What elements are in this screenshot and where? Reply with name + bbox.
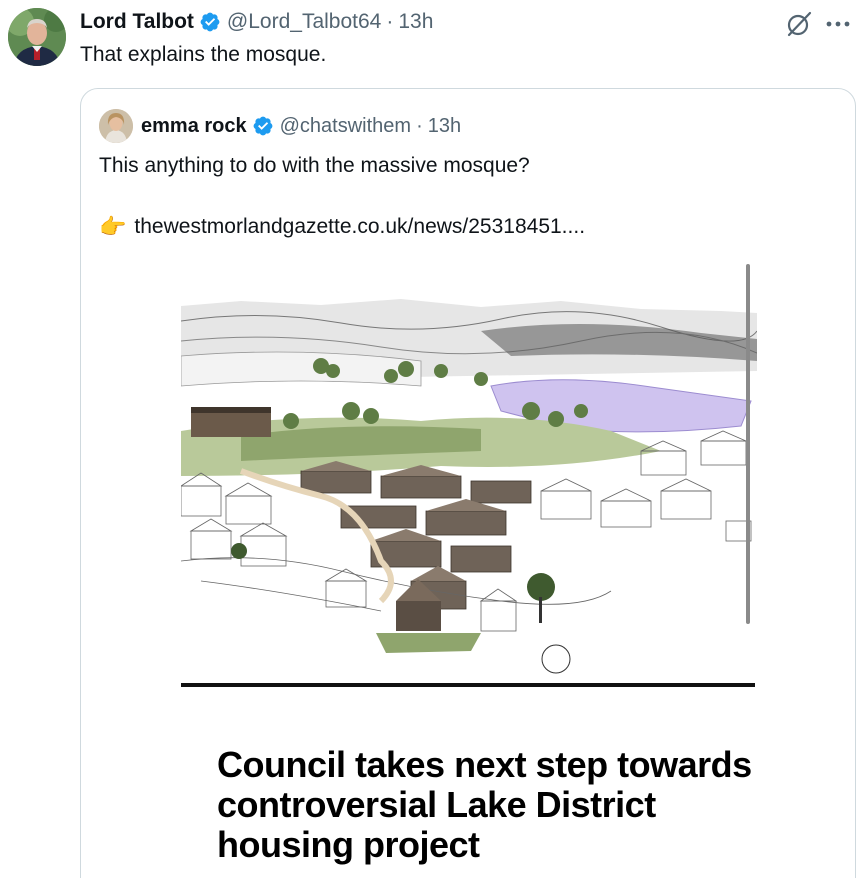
grok-icon[interactable] xyxy=(785,10,813,38)
quoted-author-handle[interactable]: @chatswithem xyxy=(280,115,411,138)
pointing-hand-emoji: 👉 xyxy=(99,214,127,239)
tweet-timestamp[interactable]: 13h xyxy=(398,10,433,34)
separator-dot: · xyxy=(416,114,423,137)
quoted-tweet-text: This anything to do with the massive mos… xyxy=(99,154,530,177)
tweet-text: That explains the mosque. xyxy=(80,43,327,66)
tweet-header: Lord Talbot @Lord_Talbot64 · 13h xyxy=(80,9,433,35)
separator-dot: · xyxy=(386,10,394,33)
verified-badge-icon xyxy=(253,116,273,136)
author-name[interactable]: Lord Talbot xyxy=(80,10,194,34)
verified-badge-icon xyxy=(200,12,220,32)
article-link[interactable]: thewestmorlandgazette.co.uk/news/2531845… xyxy=(134,215,585,239)
more-icon[interactable] xyxy=(822,12,854,36)
author-avatar[interactable] xyxy=(8,8,66,66)
quoted-tweet-timestamp[interactable]: 13h xyxy=(428,115,461,138)
author-handle[interactable]: @Lord_Talbot64 xyxy=(227,10,381,34)
quoted-tweet-card[interactable]: emma rock @chatswithem · 13h This anythi… xyxy=(80,88,856,878)
quoted-tweet-link-row: 👉 thewestmorlandgazette.co.uk/news/25318… xyxy=(99,214,585,240)
quoted-tweet-header: emma rock @chatswithem · 13h xyxy=(141,113,461,139)
image-scrollbar[interactable] xyxy=(746,264,750,624)
quoted-author-avatar[interactable] xyxy=(99,109,133,143)
article-illustration[interactable] xyxy=(181,261,757,691)
headline-divider xyxy=(181,683,755,687)
article-headline: Council takes next step towards controve… xyxy=(217,744,752,865)
quoted-author-name[interactable]: emma rock xyxy=(141,115,247,138)
